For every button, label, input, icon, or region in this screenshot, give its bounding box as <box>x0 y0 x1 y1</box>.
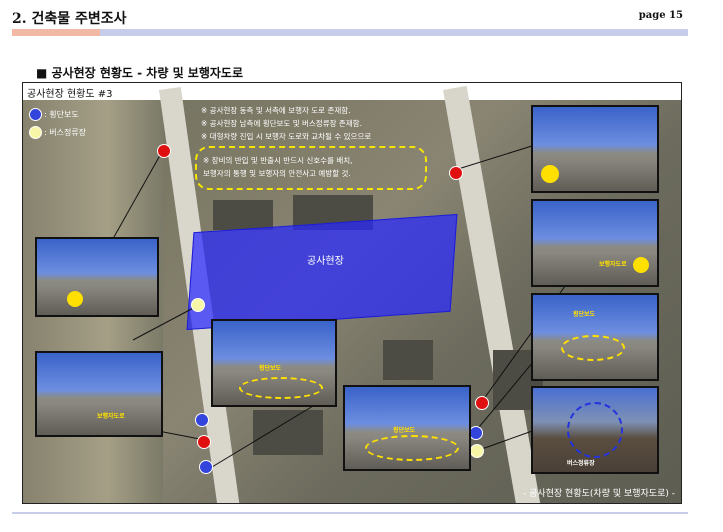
photo-highlight-circle <box>541 165 559 183</box>
photo-highlight-circle <box>67 291 83 307</box>
photo-highlight-circle <box>239 377 323 399</box>
photo-highlight-circle <box>365 435 459 461</box>
site-photo: 보행자도로 <box>35 351 163 437</box>
viewpoint-marker <box>449 166 463 180</box>
site-photo: 횡단보도 <box>531 293 659 381</box>
figure-label: 공사현장 현황도 #3 <box>27 89 113 100</box>
footer-divider <box>12 512 688 514</box>
photo-tag-pedestrian-road: 보행자도로 <box>97 413 125 420</box>
viewpoint-marker <box>197 435 211 449</box>
site-map-figure: 공사현장 현황도 #3 공사현장 ※ 공사현장 동측 및 서측에 보행자 도로 … <box>22 82 682 504</box>
bus-stop-marker <box>191 298 205 312</box>
site-photo <box>35 237 159 317</box>
viewpoint-marker <box>157 144 171 158</box>
aerial-map: 공사현장 ※ 공사현장 동측 및 서측에 보행자 도로 존재함. ※ 공사현장 … <box>23 85 681 503</box>
photo-ground <box>37 284 157 315</box>
page-header-title: 2. 건축물 주변조사 <box>12 11 127 27</box>
bus-stop-marker <box>470 444 484 458</box>
section-title: ■ 공사현장 현황도 - 차량 및 보행자도로 <box>36 66 243 80</box>
header-divider <box>12 29 688 36</box>
crosswalk-marker <box>199 460 213 474</box>
page-number: page 15 <box>638 10 683 21</box>
photo-tag-bus-stop: 버스정류장 <box>567 460 595 467</box>
photo-tag-pedestrian-road: 보행자도로 <box>599 261 627 268</box>
photo-tag-crosswalk: 횡단보도 <box>259 365 282 372</box>
crosswalk-marker <box>195 413 209 427</box>
site-photo: 횡단보도 <box>343 385 471 471</box>
site-photo: 버스정류장 <box>531 386 659 474</box>
site-photo: 보행자도로 <box>531 199 659 287</box>
photo-highlight-circle <box>633 257 649 273</box>
photo-tag-crosswalk: 횡단보도 <box>573 311 596 318</box>
site-photo <box>531 105 659 193</box>
crosswalk-marker <box>469 426 483 440</box>
photo-highlight-circle <box>561 335 625 361</box>
site-photo: 횡단보도 <box>211 319 337 407</box>
photo-tag-crosswalk: 횡단보도 <box>393 427 416 434</box>
figure-caption: - 공사현장 현황도(차량 및 보행자도로) - <box>522 489 675 499</box>
viewpoint-marker <box>475 396 489 410</box>
photo-highlight-circle <box>567 402 623 458</box>
